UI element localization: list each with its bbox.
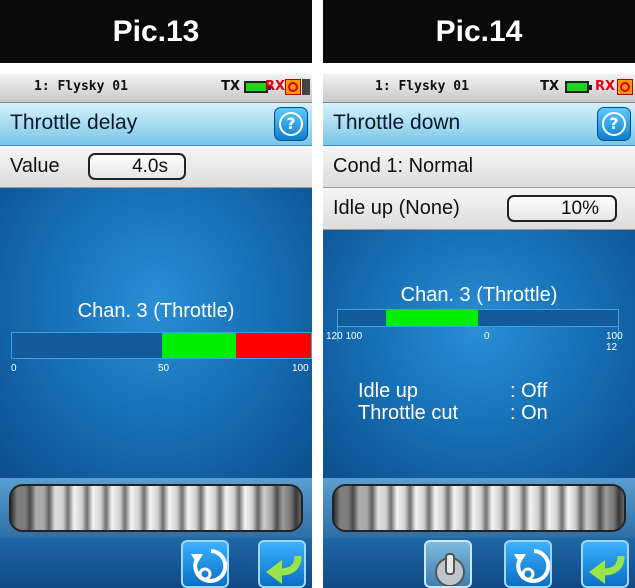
bottom-toolbar: [0, 538, 312, 588]
rx-disconnected-icon: [617, 79, 633, 95]
tick-label: 100: [292, 363, 309, 374]
idle-up-value-field[interactable]: 10%: [507, 195, 617, 222]
tick-label: 100 12: [606, 331, 623, 353]
title-bar: Throttle delay ?: [0, 103, 312, 146]
channel-bar: [337, 309, 619, 327]
pic14-caption: Pic.14: [323, 0, 635, 63]
status-bar: 1: Flysky 01 TX RX: [0, 74, 312, 103]
roller-area: [0, 478, 312, 538]
model-name: 1: Flysky 01: [375, 79, 469, 94]
bottom-toolbar: [323, 538, 635, 588]
tx-label: TX: [221, 79, 240, 94]
rx-disconnected-icon: [285, 79, 301, 95]
back-arrow-icon[interactable]: [581, 540, 629, 588]
back-arrow-icon[interactable]: [258, 540, 306, 588]
roller-area: [323, 478, 635, 538]
sim-icon: [302, 79, 310, 95]
battery-icon: [565, 81, 592, 93]
condition-row[interactable]: Cond 1: Normal: [323, 146, 635, 188]
channel-display: Chan. 3 (Throttle) 120 100 0 100 12 Idle…: [323, 230, 635, 478]
rx-label: RX: [594, 79, 615, 94]
scroll-roller[interactable]: [332, 484, 626, 532]
bar-green-segment: [161, 333, 237, 358]
pic14-panel: Pic.14 1: Flysky 01 TX RX Throttle down …: [323, 0, 635, 588]
condition-label: Cond 1: Normal: [333, 155, 474, 177]
bar-green-segment: [385, 310, 478, 326]
channel-label: Chan. 3 (Throttle): [400, 284, 558, 306]
tick-label: 50: [158, 363, 170, 374]
value-row: Value 4.0s: [0, 146, 312, 188]
page-title: Throttle down: [333, 111, 461, 134]
value-field[interactable]: 4.0s: [88, 153, 186, 180]
reset-icon[interactable]: [181, 540, 229, 588]
title-bar: Throttle down ?: [323, 103, 635, 146]
pic13-caption: Pic.13: [0, 0, 312, 63]
idle-up-row: Idle up (None) 10%: [323, 188, 635, 230]
tick-label: 0: [11, 363, 17, 374]
scroll-roller[interactable]: [9, 484, 303, 532]
help-icon[interactable]: ?: [274, 107, 308, 141]
rx-label: RX: [264, 79, 285, 94]
idle-up-label: Idle up (None): [333, 197, 460, 219]
page-title: Throttle delay: [10, 111, 138, 134]
channel-bar: [11, 332, 312, 359]
model-name: 1: Flysky 01: [34, 79, 128, 94]
value-label: Value: [10, 155, 60, 177]
status-line: Throttle cut: On: [358, 402, 548, 424]
tick-label: 0: [484, 331, 490, 342]
bar-red-segment: [236, 333, 311, 358]
tx-label: TX: [540, 79, 559, 94]
status-bar: 1: Flysky 01 TX RX: [323, 74, 635, 103]
tick-label: 120 100: [326, 331, 363, 342]
channel-label: Chan. 3 (Throttle): [77, 300, 235, 322]
reset-icon[interactable]: [504, 540, 552, 588]
channel-display: Chan. 3 (Throttle) 0 50 100: [0, 188, 312, 478]
switch-status-list: Idle up: Off Throttle cut: On: [358, 380, 548, 424]
pic13-panel: Pic.13 1: Flysky 01 TX RX Throttle delay…: [0, 0, 312, 588]
switch-icon[interactable]: [424, 540, 472, 588]
status-line: Idle up: Off: [358, 380, 548, 402]
help-icon[interactable]: ?: [597, 107, 631, 141]
